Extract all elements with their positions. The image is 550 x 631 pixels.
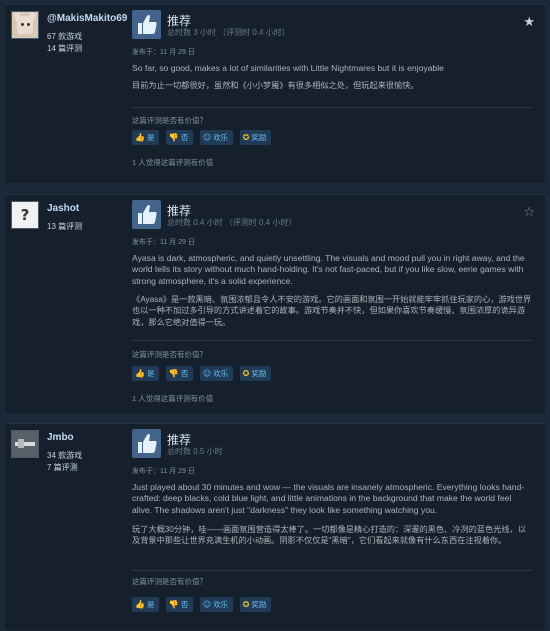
author-name[interactable]: @MakisMakito69: [47, 13, 127, 24]
vote-funny-button[interactable]: ☺ 欢乐: [199, 366, 234, 381]
divider: [132, 107, 532, 108]
vote-no-button[interactable]: 👎 否: [165, 366, 194, 381]
vote-funny-button[interactable]: ☺ 欢乐: [199, 130, 234, 145]
posted-date: 发布于：11 月 29 日: [132, 239, 195, 246]
review-card: @MakisMakito69 67 款游戏 14 篇评测 推荐 总时数 3 小时…: [5, 4, 545, 183]
author-games-count[interactable]: 67 款游戏: [47, 31, 82, 42]
playtime: 总时数 0.4 小时 （评测时 0.4 小时）: [167, 218, 297, 227]
award-icon: ✪: [242, 600, 250, 609]
review-card: Jmbo 34 款游戏 7 篇评测 推荐 总时数 0.5 小时 发布于：11 月…: [5, 423, 545, 630]
vote-yes-button[interactable]: 👍 是: [132, 130, 160, 145]
review-text-en: Just played about 30 minutes and wow — t…: [132, 482, 525, 515]
playtime: 总时数 0.5 小时: [167, 447, 223, 456]
award-button[interactable]: ✪ 奖励: [239, 366, 272, 381]
review-text-en: Ayasa is dark, atmospheric, and quietly …: [132, 253, 525, 286]
helpful-question: 这篇评测是否有价值？: [132, 577, 207, 586]
author-name[interactable]: Jashot: [47, 203, 79, 214]
award-icon: ✪: [242, 369, 250, 378]
thumbs-up-icon: [132, 200, 161, 229]
helpful-count: 1 人觉得这篇评测有价值: [132, 158, 214, 167]
award-button[interactable]: ✪ 奖励: [239, 130, 272, 145]
divider: [132, 340, 532, 341]
vote-no-button[interactable]: 👎 否: [165, 130, 194, 145]
award-button[interactable]: ✪ 奖励: [239, 597, 272, 612]
question-mark-avatar-icon[interactable]: ?: [11, 201, 39, 229]
vote-no-button[interactable]: 👎 否: [165, 597, 194, 612]
vote-yes-button[interactable]: 👍 是: [132, 366, 160, 381]
thumbs-down-icon: 👎: [168, 369, 179, 378]
posted-date: 发布于：11 月 29 日: [132, 49, 195, 56]
gray-avatar-icon[interactable]: [11, 430, 39, 458]
thumbs-up-icon: 👍: [135, 369, 145, 378]
cat-avatar-icon[interactable]: [11, 11, 39, 39]
playtime: 总时数 3 小时 （评测时 0.4 小时）: [167, 28, 290, 37]
thumbs-up-icon: 👍: [135, 600, 145, 609]
review-card: ? Jashot 13 篇评测 推荐 总时数 0.4 小时 （评测时 0.4 小…: [5, 194, 545, 413]
star-outline-icon[interactable]: ☆: [523, 205, 535, 220]
author-games-count[interactable]: 34 款游戏: [47, 450, 82, 461]
helpful-question: 这篇评测是否有价值？: [132, 116, 207, 125]
review-text-cn: 玩了大概30分钟，哇——画面氛围营造得太棒了。一切都像是精心打造的：深邃的黑色、…: [132, 525, 526, 546]
thumbs-down-icon: 👎: [168, 600, 179, 609]
thumbs-up-icon: [132, 10, 161, 39]
posted-date: 发布于：11 月 29 日: [132, 468, 195, 475]
smiley-icon: ☺: [202, 600, 212, 609]
review-text-en: So far, so good, makes a lot of similari…: [132, 63, 444, 73]
divider: [132, 570, 532, 571]
star-icon[interactable]: ★: [523, 15, 535, 30]
helpful-count: 1 人觉得这篇评测有价值: [132, 394, 214, 403]
thumbs-up-icon: [132, 429, 161, 458]
award-icon: ✪: [242, 133, 250, 142]
thumbs-up-icon: 👍: [135, 133, 145, 142]
smiley-icon: ☺: [202, 133, 212, 142]
vote-yes-button[interactable]: 👍 是: [132, 597, 160, 612]
vote-funny-button[interactable]: ☺ 欢乐: [199, 597, 234, 612]
author-reviews-count[interactable]: 14 篇评测: [47, 43, 82, 54]
author-name[interactable]: Jmbo: [47, 432, 74, 443]
helpful-question: 这篇评测是否有价值？: [132, 350, 207, 359]
thumbs-down-icon: 👎: [168, 133, 179, 142]
author-reviews-count[interactable]: 13 篇评测: [47, 221, 82, 232]
review-text-cn: 目前为止一切都很好，虽然和《小小梦魇》有很多相似之处，但玩起来很愉快。: [132, 81, 419, 90]
author-reviews-count[interactable]: 7 篇评测: [47, 462, 78, 473]
smiley-icon: ☺: [202, 369, 212, 378]
review-text-cn: 《Ayasa》是一款黑暗、氛围浓郁且令人不安的游戏。它的画面和氛围一开始就能牢牢…: [132, 295, 532, 327]
